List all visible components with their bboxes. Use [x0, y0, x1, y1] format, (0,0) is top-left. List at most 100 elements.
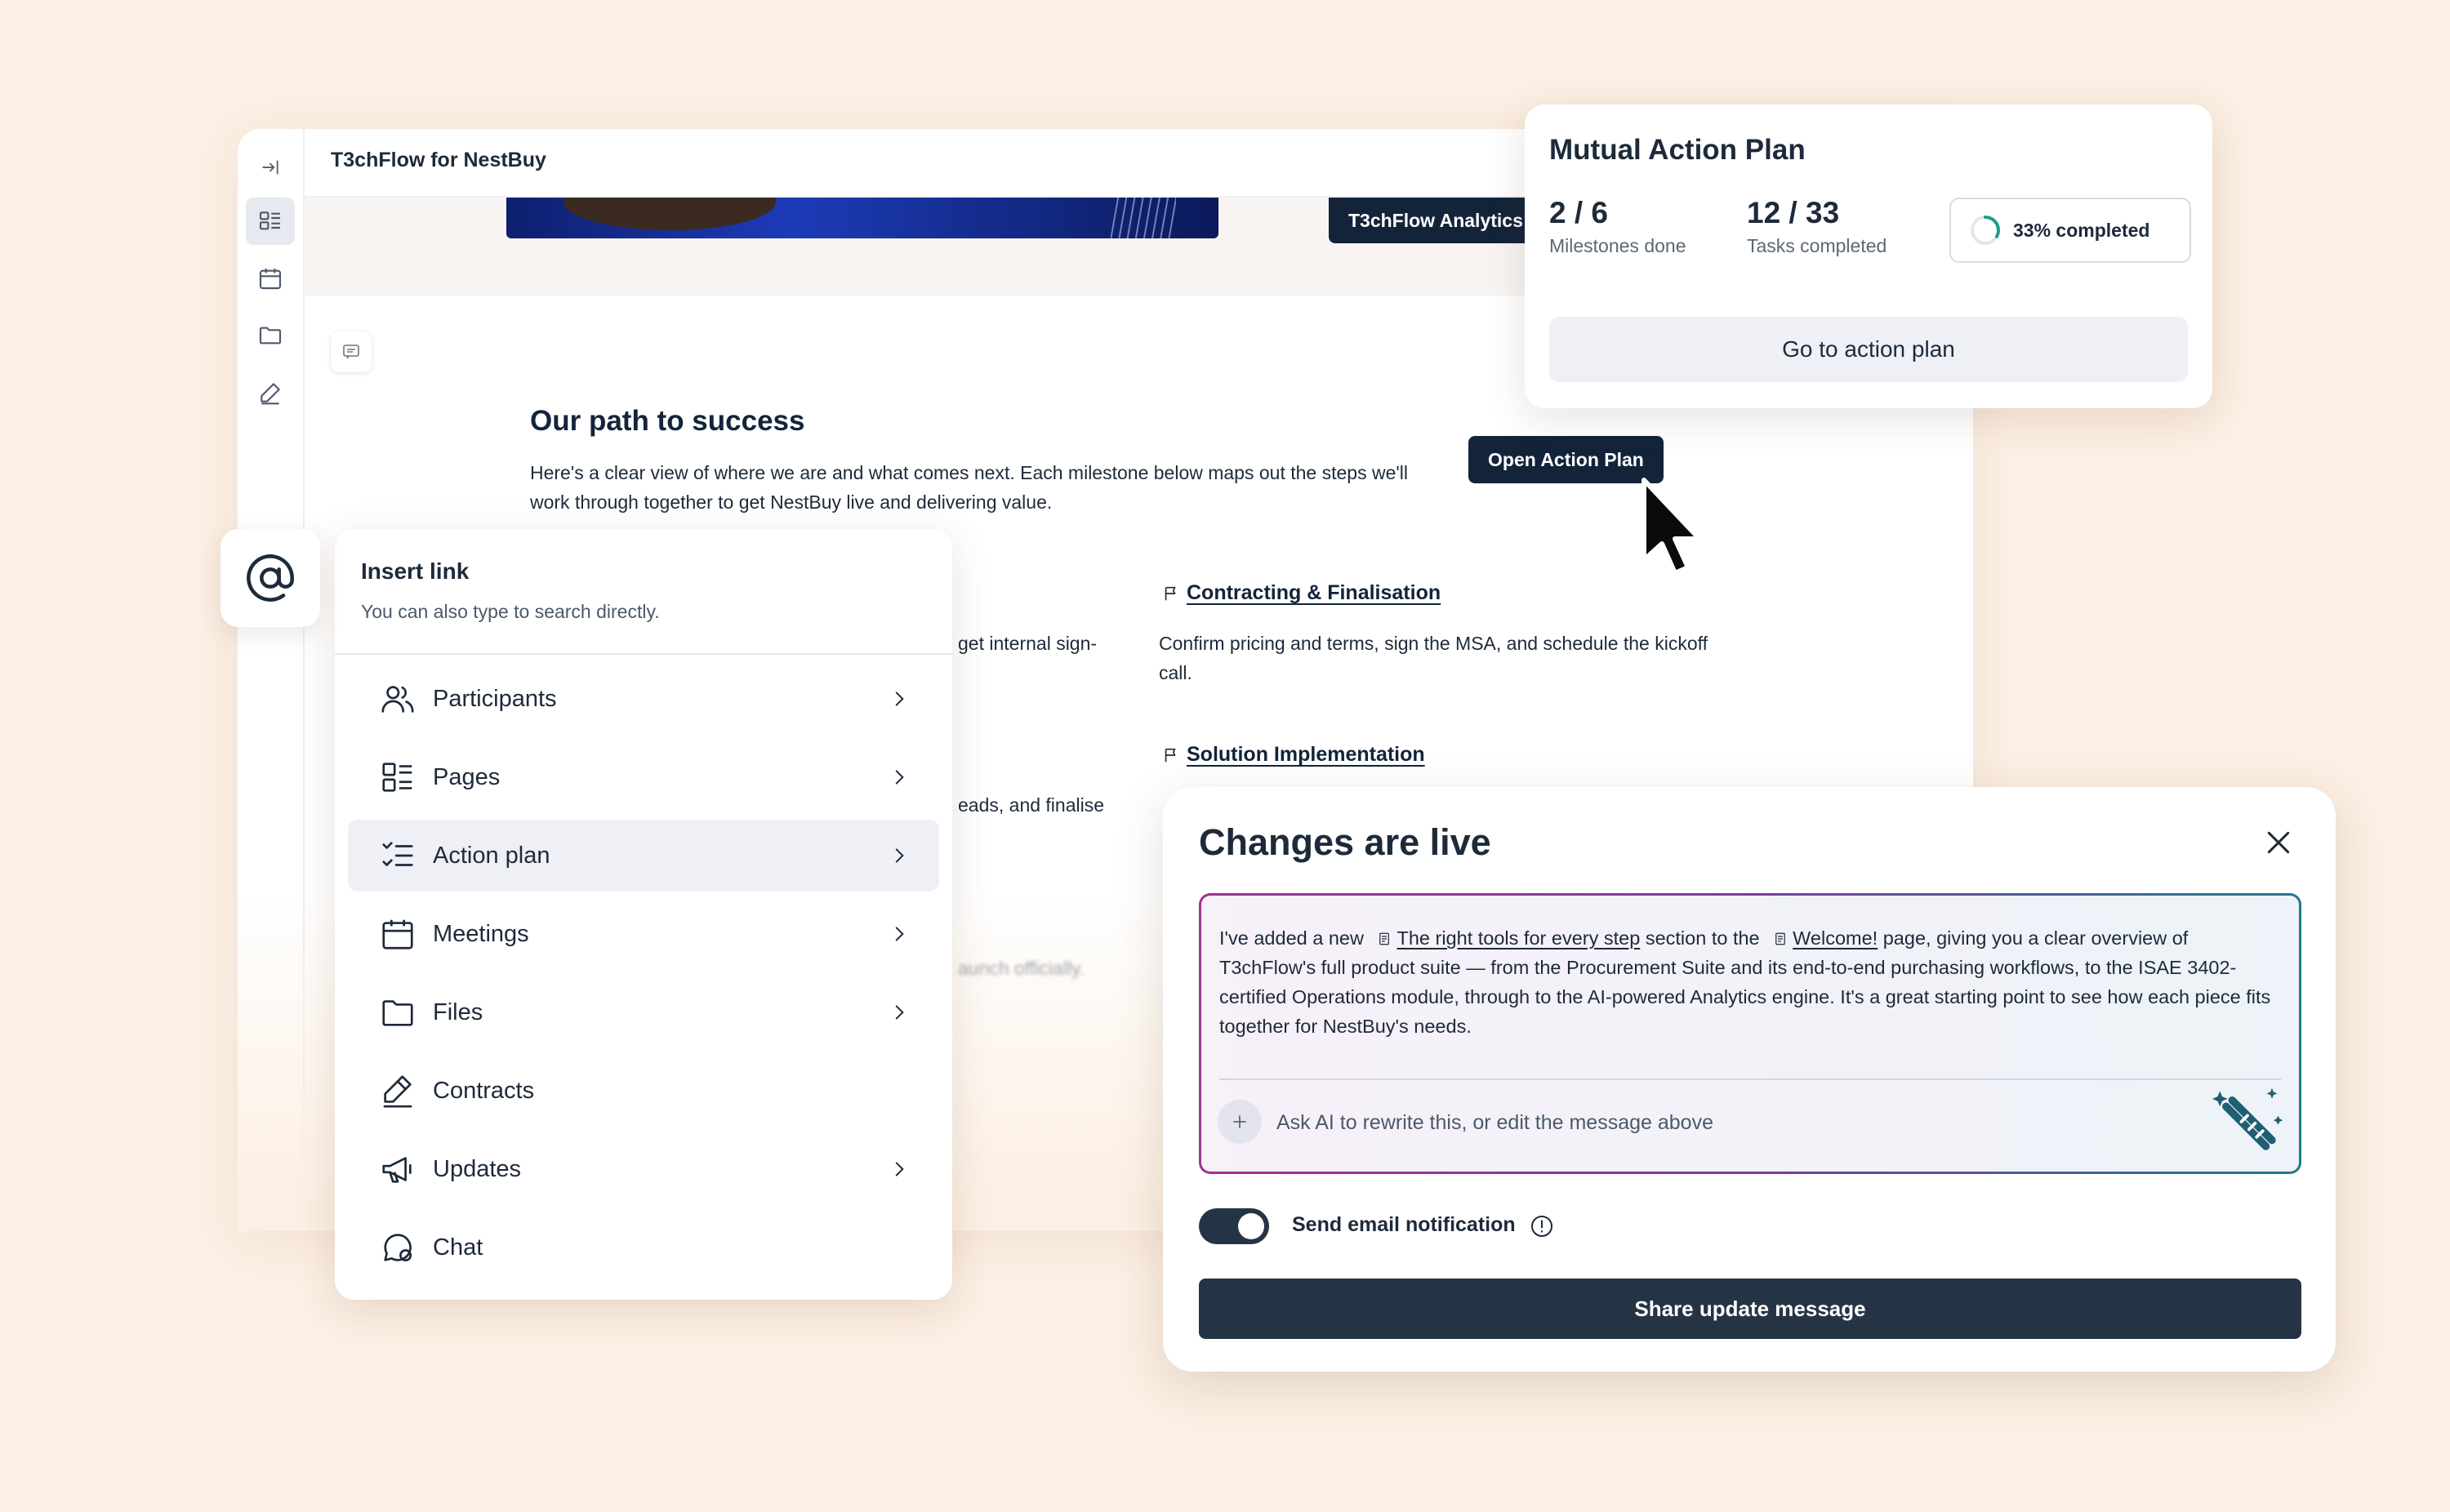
- rail-pages-button[interactable]: [246, 198, 295, 245]
- chevron-right-icon: [895, 1005, 904, 1020]
- menu-item-label: Action plan: [433, 842, 550, 869]
- insert-link-subtitle: You can also type to search directly.: [361, 601, 660, 622]
- megaphone-icon: [382, 1157, 412, 1183]
- message-editor[interactable]: I've added a new The right tools for eve…: [1199, 893, 2301, 1174]
- milestone-title-label: Contracting & Finalisation: [1187, 581, 1441, 604]
- pages-icon: [259, 211, 280, 230]
- magic-wand-icon[interactable]: [2211, 1085, 2284, 1158]
- hero-image: [506, 198, 1218, 238]
- hero-analytics-tag[interactable]: T3chFlow Analytics: [1329, 198, 1543, 243]
- menu-item-label: Pages: [433, 763, 501, 790]
- open-action-plan-button[interactable]: Open Action Plan: [1468, 436, 1664, 483]
- flag-icon: [1165, 748, 1176, 762]
- menu-item-label: Updates: [433, 1155, 522, 1182]
- comment-icon: [343, 345, 359, 359]
- share-update-button[interactable]: Share update message: [1199, 1279, 2301, 1339]
- go-to-action-plan-button[interactable]: Go to action plan: [1549, 317, 2188, 382]
- calendar-icon: [259, 269, 282, 290]
- changes-live-dialog: Changes are live I've added a new The ri…: [1163, 787, 2336, 1372]
- menu-item-label: Contracts: [433, 1077, 535, 1104]
- progress-label: 33% completed: [2013, 219, 2150, 241]
- menu-item-label: Chat: [433, 1234, 483, 1261]
- action-plan-icon: [382, 842, 413, 866]
- milestone-fragment-2: eads, and finalise: [958, 794, 1105, 816]
- milestones-value: 2 / 6: [1549, 196, 1608, 229]
- reference-label: The right tools for every step: [1396, 927, 1641, 949]
- chevron-right-icon: [895, 927, 904, 941]
- menu-item-label: Files: [433, 998, 483, 1025]
- chevron-right-icon: [895, 848, 904, 863]
- mutual-action-plan-card: Mutual Action Plan 2 / 6 Milestones done…: [1525, 105, 2212, 408]
- menu-item-updates[interactable]: Updates: [348, 1133, 939, 1205]
- tasks-label: Tasks completed: [1747, 235, 1887, 256]
- ai-add-button[interactable]: [1218, 1100, 1262, 1144]
- calendar-icon: [382, 919, 413, 949]
- section-title: Our path to success: [530, 405, 805, 437]
- message-text: I've added a new: [1219, 927, 1364, 949]
- document-icon: [1379, 932, 1390, 945]
- pen-icon: [383, 1075, 412, 1108]
- close-icon[interactable]: [2262, 826, 2295, 859]
- insert-link-menu: Participants Pages Action plan Meetings …: [348, 663, 939, 1290]
- mouse-cursor-icon: [1642, 478, 1702, 576]
- sidebar-rail: [238, 129, 305, 1231]
- menu-item-participants[interactable]: Participants: [348, 663, 939, 735]
- milestone-title-contracting[interactable]: Contracting & Finalisation: [1162, 581, 1441, 605]
- progress-ring-icon: [1971, 216, 2000, 245]
- participants-icon: [381, 686, 414, 713]
- pages-icon: [382, 763, 412, 792]
- dialog-title: Changes are live: [1199, 821, 1491, 863]
- message-text: section to the: [1645, 927, 1760, 949]
- comment-button[interactable]: [331, 331, 372, 372]
- divider: [1219, 1078, 2281, 1080]
- window-title: T3chFlow for NestBuy: [331, 149, 546, 171]
- menu-item-chat[interactable]: Chat: [348, 1212, 939, 1283]
- at-sign-icon: [247, 554, 294, 602]
- folder-icon: [382, 1000, 413, 1026]
- collapse-sidebar-button[interactable]: [246, 144, 295, 191]
- milestone-fragment-3: aunch officially.: [958, 958, 1085, 979]
- divider: [335, 653, 952, 655]
- milestone-description-contracting: Confirm pricing and terms, sign the MSA,…: [1159, 633, 1708, 683]
- milestones-stat: 2 / 6 Milestones done: [1549, 196, 1686, 257]
- toggle-label: Send email notification: [1292, 1213, 1516, 1236]
- milestone-title-label: Solution Implementation: [1187, 743, 1425, 766]
- chevron-right-icon: [895, 692, 904, 706]
- menu-item-action-plan[interactable]: Action plan: [348, 820, 939, 892]
- chevron-right-icon: [895, 770, 904, 785]
- menu-item-meetings[interactable]: Meetings: [348, 898, 939, 970]
- folder-icon: [259, 327, 282, 345]
- flag-icon: [1165, 586, 1176, 600]
- email-notification-toggle[interactable]: [1199, 1208, 1269, 1244]
- milestone-title-implementation[interactable]: Solution Implementation: [1162, 743, 1425, 767]
- pen-icon: [261, 383, 280, 405]
- page-reference-link[interactable]: Welcome!: [1765, 927, 1878, 949]
- menu-item-label: Participants: [433, 685, 557, 712]
- collapse-icon: [262, 160, 278, 175]
- chevron-right-icon: [895, 1162, 904, 1176]
- section-description: Here's a clear view of where we are and …: [530, 462, 1408, 513]
- info-icon[interactable]: [1529, 1213, 1555, 1239]
- menu-item-pages[interactable]: Pages: [348, 741, 939, 813]
- insert-link-panel: Insert link You can also type to search …: [335, 529, 952, 1300]
- rail-files-button[interactable]: [246, 312, 295, 359]
- menu-item-files[interactable]: Files: [348, 976, 939, 1048]
- menu-item-label: Meetings: [433, 920, 529, 947]
- document-icon: [1775, 932, 1786, 945]
- mention-badge[interactable]: [220, 529, 320, 627]
- rail-contracts-button[interactable]: [246, 369, 295, 416]
- rail-meetings-button[interactable]: [246, 255, 295, 302]
- milestone-fragment-1: get internal sign-: [958, 633, 1098, 654]
- tasks-stat: 12 / 33 Tasks completed: [1747, 196, 1886, 257]
- plus-icon: [1233, 1115, 1246, 1128]
- tasks-value: 12 / 33: [1747, 196, 1840, 229]
- page-reference-link[interactable]: The right tools for every step: [1369, 927, 1640, 949]
- menu-item-contracts[interactable]: Contracts: [348, 1055, 939, 1127]
- update-message[interactable]: I've added a new The right tools for eve…: [1219, 923, 2273, 1041]
- progress-indicator: 33% completed: [1949, 198, 2191, 263]
- insert-link-title: Insert link: [361, 558, 470, 584]
- toggle-knob: [1238, 1213, 1264, 1239]
- ai-rewrite-input[interactable]: [1276, 1106, 2093, 1139]
- reference-label: Welcome!: [1793, 927, 1878, 949]
- milestones-label: Milestones done: [1549, 235, 1686, 256]
